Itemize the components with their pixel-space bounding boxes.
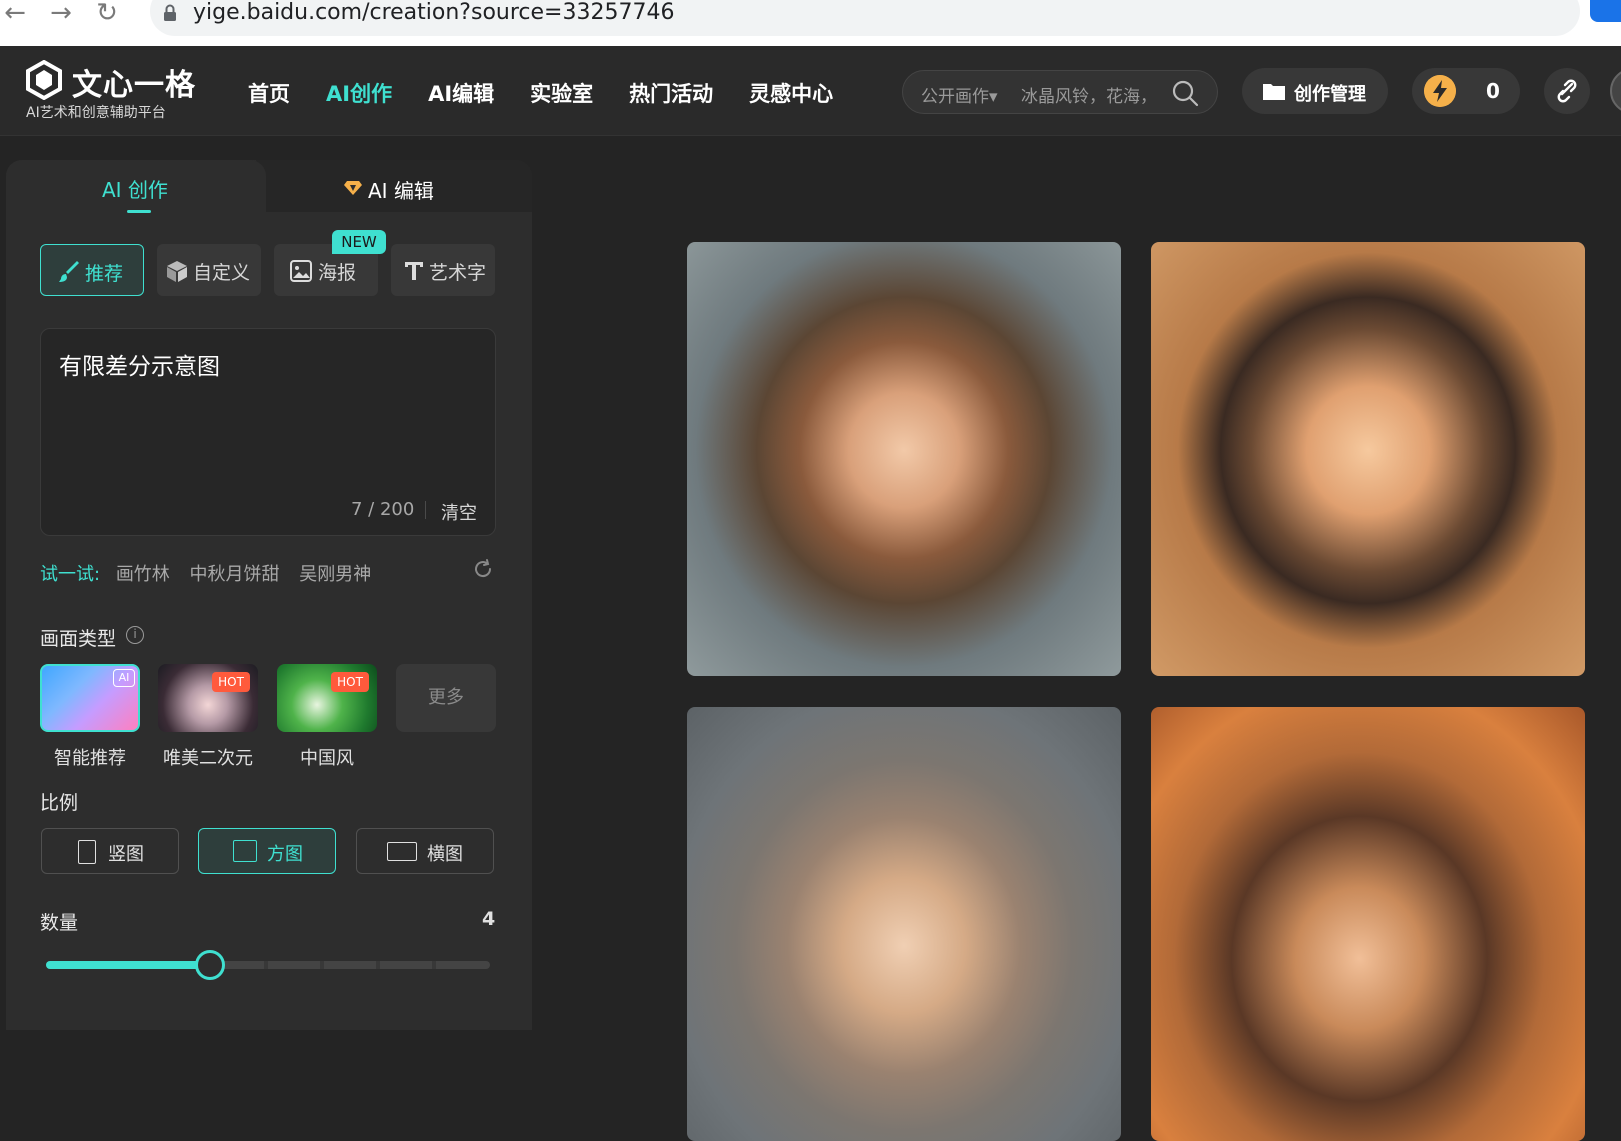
nav-events[interactable]: 热门活动: [629, 78, 713, 108]
style-card-anime[interactable]: HOT: [158, 664, 258, 732]
result-image-4[interactable]: [1151, 707, 1585, 1141]
mode-recommend-label: 推荐: [85, 263, 124, 285]
back-icon[interactable]: ←: [0, 0, 30, 30]
mode-recommend-button[interactable]: 推荐: [40, 244, 144, 296]
style-label-chinese: 中国风: [300, 748, 354, 769]
energy-count: 0: [1486, 79, 1500, 103]
try-suggestion-2[interactable]: 中秋月饼甜: [190, 564, 280, 585]
link-icon: [1557, 79, 1577, 103]
prompt-divider: [425, 501, 426, 519]
style-card-smart[interactable]: AI: [40, 664, 140, 732]
nav-lab[interactable]: 实验室: [530, 78, 593, 108]
avatar[interactable]: [1610, 68, 1621, 114]
mode-poster-label: 海报: [318, 262, 357, 284]
browser-toolbar: ← → ↻ yige.baidu.com/creation?source=332…: [0, 0, 1621, 46]
ratio-landscape-label: 横图: [427, 844, 463, 865]
portrait-icon: [78, 840, 96, 864]
prompt-clear-button[interactable]: 清空: [441, 499, 477, 525]
tab-ai-edit-label[interactable]: AI 编辑: [368, 175, 434, 204]
search-box[interactable]: 公开画作▾ 冰晶风铃，花海，: [902, 70, 1218, 114]
app-header: 文心一格 AI艺术和创意辅助平台 首页 AI创作 AI编辑 实验室 热门活动 灵…: [0, 46, 1621, 136]
slider-tick: [376, 961, 380, 969]
mode-art-text-label: 艺术字: [429, 262, 487, 284]
ratio-section-title: 比例: [40, 792, 79, 814]
result-image-2[interactable]: [1151, 242, 1585, 676]
prompt-char-count: 7 / 200: [351, 499, 415, 520]
landscape-icon: [387, 842, 417, 861]
slider-tick: [432, 961, 436, 969]
creation-manage-button[interactable]: 创作管理: [1242, 68, 1388, 114]
ratio-square-label: 方图: [267, 844, 303, 865]
energy-balance[interactable]: 0: [1412, 68, 1520, 114]
tab-ai-create-label[interactable]: AI 创作: [102, 174, 168, 203]
creation-manage-label: 创作管理: [1294, 84, 1366, 105]
diamond-icon: [344, 181, 362, 195]
nav-ai-edit[interactable]: AI编辑: [428, 78, 494, 108]
try-label: 试一试:: [40, 564, 101, 585]
brush-icon: [59, 261, 79, 282]
tab-active-indicator: [127, 210, 151, 213]
search-icon[interactable]: [1171, 79, 1199, 107]
slider-tick: [320, 961, 324, 969]
prompt-textarea[interactable]: 有限差分示意图 7 / 200 清空: [40, 328, 496, 536]
style-card-chinese[interactable]: HOT: [277, 664, 377, 732]
mode-art-text-button[interactable]: 艺术字: [391, 244, 495, 296]
style-label-anime: 唯美二次元: [163, 748, 253, 769]
lightning-icon: [1424, 75, 1456, 107]
nav-inspiration[interactable]: 灵感中心: [749, 78, 833, 108]
cube-icon: [167, 261, 187, 282]
logo-subtitle: AI艺术和创意辅助平台: [26, 105, 166, 121]
style-section-title: 画面类型: [40, 628, 117, 650]
try-suggestion-3[interactable]: 吴刚男神: [299, 564, 371, 585]
search-scope-dropdown[interactable]: 公开画作▾: [921, 82, 998, 107]
main-nav: 首页 AI创作 AI编辑 实验室 热门活动 灵感中心: [248, 78, 869, 108]
mode-custom-label: 自定义: [193, 262, 251, 284]
result-image-1[interactable]: [687, 242, 1121, 676]
nav-home[interactable]: 首页: [248, 78, 290, 108]
style-label-smart: 智能推荐: [54, 748, 126, 769]
hot-badge: HOT: [212, 672, 250, 692]
ratio-square-button[interactable]: 方图: [198, 828, 336, 874]
new-badge: NEW: [332, 230, 386, 254]
logo-icon[interactable]: [24, 60, 64, 100]
quantity-slider-fill: [46, 961, 211, 969]
info-icon[interactable]: i: [126, 626, 144, 644]
ai-badge: AI: [113, 669, 135, 687]
try-suggestion-1[interactable]: 画竹林: [116, 564, 170, 585]
extension-icon[interactable]: [1590, 0, 1621, 22]
quantity-section-title: 数量: [40, 912, 79, 934]
ratio-landscape-button[interactable]: 横图: [356, 828, 494, 874]
ratio-portrait-button[interactable]: 竖图: [41, 828, 179, 874]
square-icon: [233, 840, 257, 862]
forward-icon[interactable]: →: [46, 0, 76, 30]
quantity-value: 4: [482, 908, 496, 930]
logo-title[interactable]: 文心一格: [72, 60, 196, 104]
nav-ai-create[interactable]: AI创作: [326, 78, 392, 108]
try-suggestions: 试一试: 画竹林 中秋月饼甜 吴刚男神: [40, 560, 385, 586]
more-styles-button[interactable]: 更多: [396, 664, 496, 732]
refresh-icon[interactable]: [472, 558, 494, 580]
result-image-3[interactable]: [687, 707, 1121, 1141]
folder-icon: [1263, 84, 1285, 100]
prompt-text[interactable]: 有限差分示意图: [59, 347, 220, 381]
lock-icon: [164, 4, 176, 21]
reload-icon[interactable]: ↻: [92, 0, 122, 30]
mode-custom-button[interactable]: 自定义: [157, 244, 261, 296]
search-input[interactable]: 冰晶风铃，花海，: [1021, 82, 1171, 107]
share-link-button[interactable]: [1544, 68, 1590, 114]
ratio-portrait-label: 竖图: [108, 844, 144, 865]
hot-badge: HOT: [331, 672, 369, 692]
image-icon: [290, 260, 312, 282]
text-style-icon: [405, 262, 423, 280]
slider-tick: [264, 961, 268, 969]
url-text[interactable]: yige.baidu.com/creation?source=33257746: [193, 0, 674, 25]
